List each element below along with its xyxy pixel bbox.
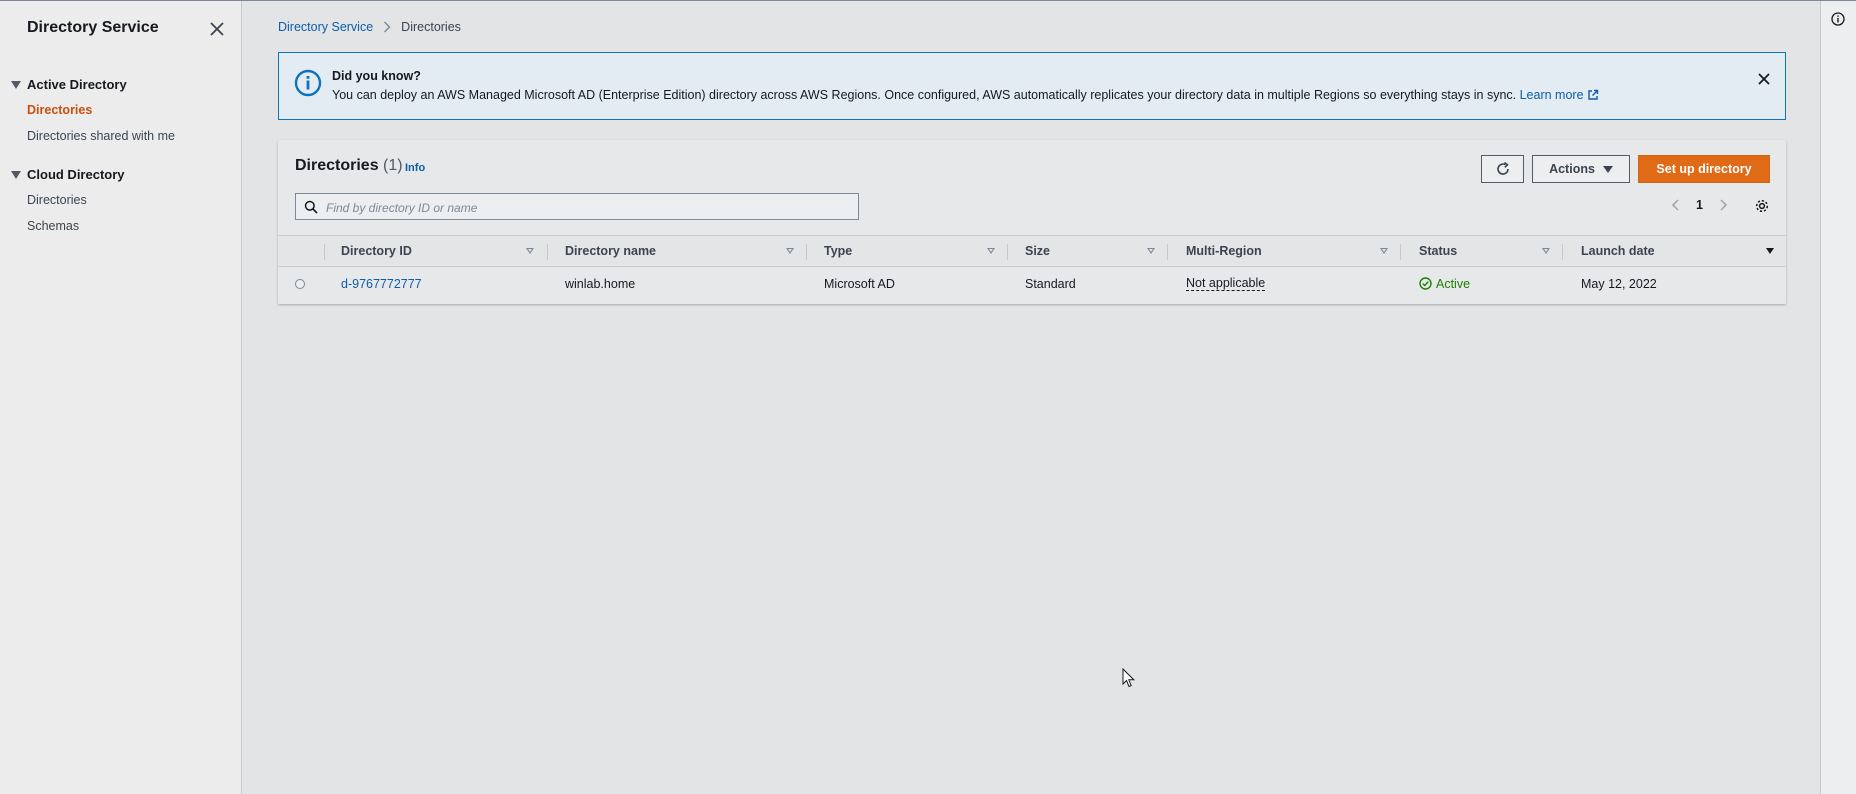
chevron-right-icon bbox=[384, 21, 391, 33]
column-header-multi-region[interactable]: Multi-Region bbox=[1186, 236, 1262, 266]
info-banner: Did you know? You can deploy an AWS Mana… bbox=[278, 52, 1786, 120]
info-circle-icon[interactable] bbox=[1831, 12, 1845, 26]
cell-directory-id: d-9767772777 bbox=[341, 267, 422, 300]
column-header-size[interactable]: Size bbox=[1025, 236, 1050, 266]
learn-more-label: Learn more bbox=[1519, 88, 1584, 102]
cell-directory-name: winlab.home bbox=[565, 276, 636, 291]
column-label: Type bbox=[824, 244, 853, 258]
status-text: Active bbox=[1436, 276, 1471, 291]
row-select-radio[interactable] bbox=[295, 279, 305, 289]
directory-id-link[interactable]: d-9767772777 bbox=[341, 277, 422, 291]
breadcrumb-current: Directories bbox=[401, 20, 461, 34]
column-header-directory-id[interactable]: Directory ID bbox=[341, 236, 412, 266]
column-divider bbox=[1562, 244, 1563, 260]
sidebar-item-directories-shared[interactable]: Directories shared with me bbox=[27, 129, 175, 143]
multi-region-popover-trigger[interactable]: Not applicable bbox=[1186, 276, 1266, 291]
column-label: Status bbox=[1419, 244, 1458, 258]
banner-title: Did you know? bbox=[332, 69, 421, 83]
panel-title: Directories (1) bbox=[295, 157, 403, 175]
column-label: Directory name bbox=[565, 244, 657, 258]
directories-table-panel: Directories (1) Info Actions Set up dire… bbox=[278, 140, 1786, 304]
info-link[interactable]: Info bbox=[405, 162, 425, 174]
table-header: Directory ID Directory name Type Size Mu… bbox=[278, 235, 1786, 267]
column-label: Directory ID bbox=[341, 244, 412, 258]
sidebar-item-cloud-directories[interactable]: Directories bbox=[27, 193, 87, 207]
sort-icon bbox=[1147, 248, 1155, 254]
close-icon[interactable] bbox=[208, 20, 226, 38]
column-header-status[interactable]: Status bbox=[1419, 236, 1457, 266]
cell-launch-date: May 12, 2022 bbox=[1581, 276, 1657, 291]
column-divider bbox=[806, 244, 807, 260]
column-divider bbox=[324, 244, 325, 260]
caret-down-icon bbox=[1602, 165, 1613, 173]
page-number[interactable]: 1 bbox=[1696, 198, 1703, 212]
side-navigation: Directory Service Active Directory Direc… bbox=[0, 1, 242, 794]
cell-type: Microsoft AD bbox=[824, 276, 895, 291]
column-label: Multi-Region bbox=[1186, 244, 1262, 258]
sidebar-item-directories[interactable]: Directories bbox=[27, 103, 92, 117]
sidebar-item-schemas[interactable]: Schemas bbox=[27, 219, 79, 233]
cell-status: Active bbox=[1419, 267, 1470, 300]
caret-down-icon bbox=[11, 80, 21, 89]
sidebar-title: Directory Service bbox=[27, 19, 159, 36]
directory-count: (1) bbox=[383, 157, 403, 174]
column-divider bbox=[1167, 244, 1168, 260]
banner-message: You can deploy an AWS Managed Microsoft … bbox=[332, 88, 1599, 102]
breadcrumb: Directory Service Directories bbox=[278, 20, 461, 34]
set-up-directory-button[interactable]: Set up directory bbox=[1638, 155, 1770, 183]
search-input[interactable] bbox=[324, 195, 848, 220]
external-link-icon bbox=[1587, 89, 1598, 100]
gear-icon[interactable] bbox=[1754, 198, 1770, 214]
mouse-cursor-icon bbox=[1122, 668, 1136, 688]
cell-size: Standard bbox=[1025, 276, 1076, 291]
column-header-type[interactable]: Type bbox=[824, 236, 852, 266]
column-header-launch-date[interactable]: Launch date bbox=[1581, 236, 1655, 266]
sidebar-section-active-directory[interactable]: Active Directory bbox=[11, 77, 127, 92]
column-label: Launch date bbox=[1581, 244, 1655, 258]
sort-icon bbox=[526, 248, 534, 254]
column-divider bbox=[547, 244, 548, 260]
sort-icon bbox=[1542, 248, 1550, 254]
top-border bbox=[0, 0, 1856, 1]
sidebar-section-cloud-directory[interactable]: Cloud Directory bbox=[11, 167, 125, 182]
sort-icon bbox=[987, 248, 995, 254]
check-circle-icon bbox=[1419, 277, 1432, 290]
caret-down-icon bbox=[11, 170, 21, 179]
search-field[interactable] bbox=[295, 193, 859, 220]
banner-message-text: You can deploy an AWS Managed Microsoft … bbox=[332, 88, 1520, 102]
sort-icon bbox=[786, 248, 794, 254]
column-label: Size bbox=[1025, 244, 1051, 258]
refresh-icon bbox=[1496, 161, 1509, 175]
refresh-button[interactable] bbox=[1481, 155, 1524, 183]
breadcrumb-directory-service[interactable]: Directory Service bbox=[278, 20, 373, 34]
pagination: 1 bbox=[1670, 198, 1729, 212]
panel-title-text: Directories bbox=[295, 157, 379, 174]
actions-dropdown-button[interactable]: Actions bbox=[1532, 155, 1630, 183]
sort-icon bbox=[1380, 248, 1388, 254]
column-divider bbox=[1007, 244, 1008, 260]
learn-more-link[interactable]: Learn more bbox=[1520, 88, 1599, 102]
chevron-left-icon[interactable] bbox=[1670, 198, 1682, 212]
column-divider bbox=[1400, 244, 1401, 260]
info-icon bbox=[294, 69, 322, 97]
close-icon[interactable] bbox=[1755, 70, 1773, 88]
actions-label: Actions bbox=[1549, 162, 1595, 176]
search-icon bbox=[304, 200, 318, 214]
sort-descending-icon bbox=[1766, 248, 1774, 254]
cell-multi-region: Not applicable bbox=[1186, 267, 1266, 300]
status-indicator: Active bbox=[1419, 277, 1470, 291]
chevron-right-icon[interactable] bbox=[1717, 198, 1729, 212]
column-header-directory-name[interactable]: Directory name bbox=[565, 236, 656, 266]
table-row: d-9767772777 winlab.home Microsoft AD St… bbox=[278, 267, 1786, 300]
sidebar-section-label: Cloud Directory bbox=[27, 167, 125, 182]
right-tools-rail bbox=[1820, 1, 1856, 794]
sidebar-section-label: Active Directory bbox=[27, 77, 127, 92]
